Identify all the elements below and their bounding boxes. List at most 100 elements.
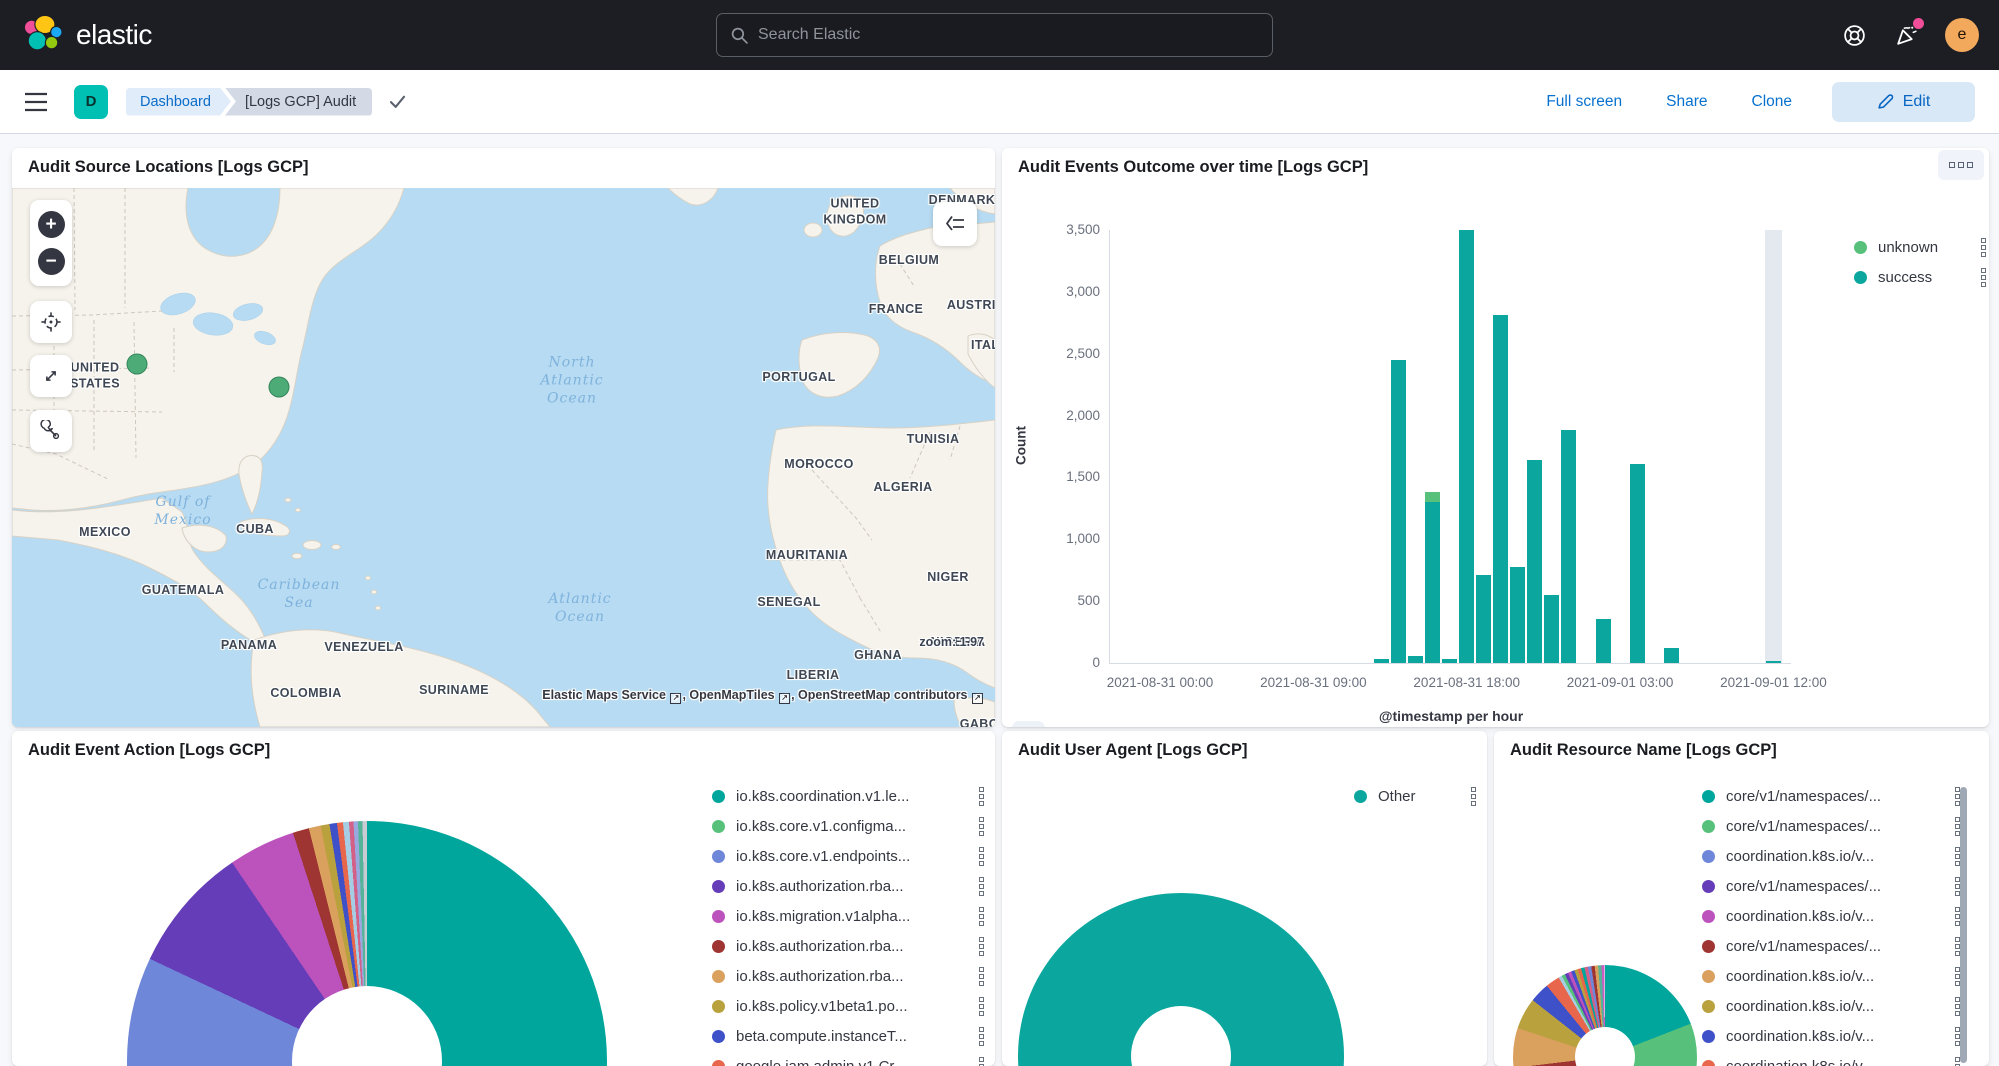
bar-success[interactable] <box>1391 360 1406 663</box>
bar-success[interactable] <box>1664 648 1679 663</box>
news-icon[interactable] <box>1893 22 1919 48</box>
legend-item-menu-icon[interactable] <box>979 997 984 1016</box>
legend-item[interactable]: io.k8s.authorization.rba... <box>712 931 984 961</box>
panel-title[interactable]: Audit Events Outcome over time [Logs GCP… <box>1002 148 1989 185</box>
x-tick-label: 2021-09-01 03:00 <box>1545 675 1695 690</box>
bar-success[interactable] <box>1561 430 1576 663</box>
bar-unknown[interactable] <box>1425 492 1440 503</box>
legend-label: io.k8s.policy.v1beta1.po... <box>736 998 965 1015</box>
legend-item[interactable]: google.iam.admin.v1.Cr... <box>712 1051 984 1066</box>
legend-item-menu-icon[interactable] <box>979 877 984 896</box>
legend-item[interactable]: coordination.k8s.io/v... <box>1702 991 1960 1021</box>
legend-item-menu-icon[interactable] <box>979 967 984 986</box>
map-data-marker[interactable] <box>127 354 148 375</box>
legend-item[interactable]: coordination.k8s.io/v... <box>1702 1021 1960 1051</box>
map-data-marker[interactable] <box>269 377 290 398</box>
map-tools-button[interactable] <box>30 410 72 452</box>
legend-item[interactable]: coordination.k8s.io/v... <box>1702 1051 1960 1066</box>
legend-item-menu-icon[interactable] <box>1981 238 1986 257</box>
legend-item[interactable]: coordination.k8s.io/v... <box>1702 961 1960 991</box>
user-agent-donut[interactable] <box>1018 893 1344 1066</box>
outcome-chart[interactable]: Count @timestamp per hour 05001,0001,500… <box>1002 188 1989 727</box>
bar-success[interactable] <box>1459 230 1474 663</box>
chart-legend: Other <box>1354 781 1476 811</box>
search-placeholder: Search Elastic <box>758 26 860 44</box>
legend-item-menu-icon[interactable] <box>979 787 984 806</box>
map-attribution-link[interactable]: Elastic Maps Service <box>542 688 666 702</box>
resource-name-donut[interactable] <box>1513 965 1697 1066</box>
legend-item[interactable]: core/v1/namespaces/... <box>1702 811 1960 841</box>
full-screen-button[interactable]: Full screen <box>1546 93 1622 111</box>
legend-scrollbar[interactable] <box>1960 787 1967 1063</box>
bar-success[interactable] <box>1596 619 1611 663</box>
panel-title[interactable]: Audit Source Locations [Logs GCP] <box>12 148 995 185</box>
legend-item-menu-icon[interactable] <box>979 1027 984 1046</box>
map-attribution-link[interactable]: OpenStreetMap contributors <box>798 688 967 702</box>
panel-title[interactable]: Audit User Agent [Logs GCP] <box>1002 731 1487 768</box>
legend-item[interactable]: success <box>1854 262 1986 292</box>
map-collapse-layers-button[interactable] <box>933 202 977 246</box>
bar-success[interactable] <box>1527 460 1542 663</box>
legend-item[interactable]: coordination.k8s.io/v... <box>1702 901 1960 931</box>
clone-button[interactable]: Clone <box>1752 93 1793 111</box>
avatar[interactable]: e <box>1945 18 1979 52</box>
legend-item[interactable]: io.k8s.core.v1.endpoints... <box>712 841 984 871</box>
legend-label: Other <box>1378 788 1457 805</box>
elastic-logo[interactable]: elastic <box>22 14 152 56</box>
map-country-label: PORTUGAL <box>762 370 835 386</box>
map-country-label: AUSTRIA <box>947 298 995 314</box>
panel-options-icon[interactable] <box>1938 150 1984 180</box>
legend-item-menu-icon[interactable] <box>979 907 984 926</box>
bar-success[interactable] <box>1476 575 1491 663</box>
map-attribution[interactable]: Elastic Maps Service ↗, OpenMapTiles ↗, … <box>542 688 984 704</box>
legend-item[interactable]: core/v1/namespaces/... <box>1702 871 1960 901</box>
edit-button[interactable]: Edit <box>1832 82 1975 122</box>
map-canvas[interactable]: UNITED KINGDOMDENMARKBELGIUMFRANCEAUSTRI… <box>12 188 995 727</box>
breadcrumb-dashboard[interactable]: Dashboard <box>126 88 231 116</box>
map-attribution-link[interactable]: OpenMapTiles <box>689 688 774 702</box>
breadcrumb-current-dashboard[interactable]: [Logs GCP] Audit <box>225 88 372 116</box>
legend-item-menu-icon[interactable] <box>979 817 984 836</box>
legend-item-menu-icon[interactable] <box>979 1057 984 1066</box>
legend-item[interactable]: core/v1/namespaces/... <box>1702 931 1960 961</box>
bar-success[interactable] <box>1425 502 1440 663</box>
bar-success[interactable] <box>1493 315 1508 663</box>
legend-item[interactable]: io.k8s.authorization.rba... <box>712 871 984 901</box>
legend-item-menu-icon[interactable] <box>1471 787 1476 806</box>
map-fit-to-data-button[interactable] <box>30 355 72 397</box>
space-badge[interactable]: D <box>74 85 108 119</box>
bar-success[interactable] <box>1544 595 1559 663</box>
legend-item[interactable]: unknown <box>1854 232 1986 262</box>
share-button[interactable]: Share <box>1666 93 1707 111</box>
legend-item[interactable]: io.k8s.coordination.v1.le... <box>712 781 984 811</box>
pencil-icon <box>1877 93 1894 110</box>
bar-success[interactable] <box>1630 464 1645 663</box>
search-input[interactable]: Search Elastic <box>716 13 1273 57</box>
panel-title[interactable]: Audit Resource Name [Logs GCP] <box>1494 731 1989 768</box>
legend-item[interactable]: io.k8s.core.v1.configma... <box>712 811 984 841</box>
legend-item[interactable]: beta.compute.instanceT... <box>712 1021 984 1051</box>
menu-icon[interactable] <box>24 92 48 112</box>
legend-item[interactable]: core/v1/namespaces/... <box>1702 781 1960 811</box>
help-icon[interactable] <box>1841 22 1867 48</box>
map-country-label: PANAMA <box>221 638 277 654</box>
legend-item[interactable]: coordination.k8s.io/v... <box>1702 841 1960 871</box>
legend-item[interactable]: io.k8s.migration.v1alpha... <box>712 901 984 931</box>
legend-item-menu-icon[interactable] <box>979 937 984 956</box>
legend-item-menu-icon[interactable] <box>979 847 984 866</box>
legend-item[interactable]: Other <box>1354 781 1476 811</box>
legend-item[interactable]: io.k8s.authorization.rba... <box>712 961 984 991</box>
notification-badge <box>1913 18 1924 29</box>
legend-item-menu-icon[interactable] <box>1981 268 1986 287</box>
legend-item[interactable]: io.k8s.policy.v1beta1.po... <box>712 991 984 1021</box>
chart-legend: io.k8s.coordination.v1.le...io.k8s.core.… <box>712 781 984 1066</box>
panel-title[interactable]: Audit Event Action [Logs GCP] <box>12 731 995 768</box>
legend-toggle-button[interactable] <box>1012 721 1045 727</box>
bar-success[interactable] <box>1408 656 1423 663</box>
map-locate-button[interactable] <box>30 301 72 343</box>
map-zoom-out-button[interactable]: − <box>38 248 65 275</box>
event-action-donut[interactable] <box>127 821 607 1066</box>
top-nav: elastic Search Elastic <box>0 0 1999 70</box>
map-zoom-in-button[interactable]: + <box>38 211 65 238</box>
bar-success[interactable] <box>1510 567 1525 663</box>
